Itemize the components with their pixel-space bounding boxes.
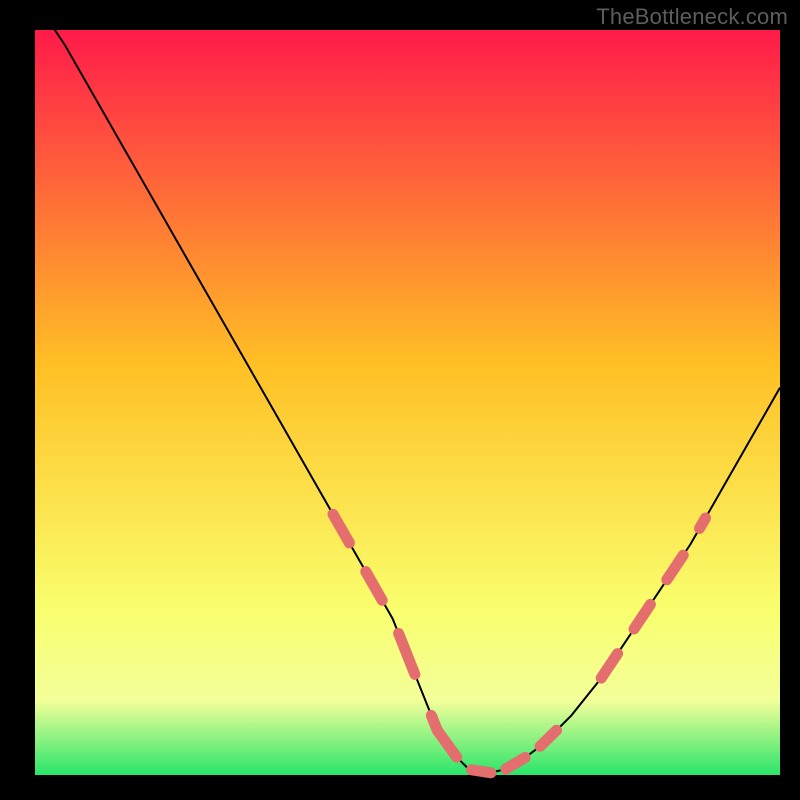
- highlight-dash: [700, 518, 706, 528]
- highlight-dash: [472, 770, 491, 773]
- bottleneck-chart: [0, 0, 800, 800]
- watermark-text: TheBottleneck.com: [596, 4, 788, 30]
- chart-frame: TheBottleneck.com: [0, 0, 800, 800]
